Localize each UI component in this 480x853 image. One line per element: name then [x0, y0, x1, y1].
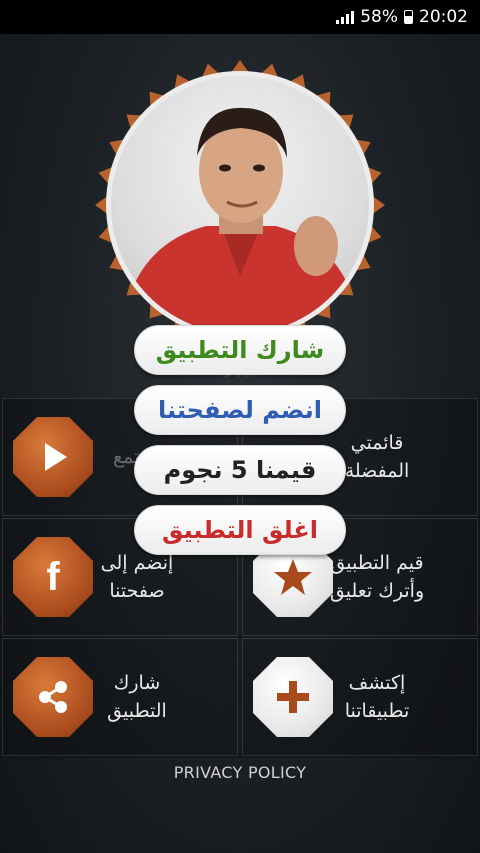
- rate-app-label: قيمنا 5 نجوم: [163, 456, 317, 484]
- share-tile[interactable]: شارك التطبيق: [2, 638, 238, 756]
- discover-tile[interactable]: إكتشف تطبيقاتنا: [242, 638, 478, 756]
- battery-percent: 58%: [360, 7, 398, 27]
- status-bar: 58% 20:02: [0, 0, 480, 34]
- rate-app-button[interactable]: قيمنا 5 نجوم: [134, 445, 346, 495]
- share-label-1: شارك: [113, 672, 161, 694]
- artist-avatar: [95, 60, 385, 350]
- join-page-label: انضم لصفحتنا: [158, 396, 322, 424]
- privacy-policy-link[interactable]: PRIVACY POLICY: [0, 763, 480, 782]
- close-app-label: اغلق التطبيق: [161, 516, 319, 544]
- join-label-2: صفحتنا: [109, 580, 165, 602]
- join-page-button[interactable]: انضم لصفحتنا: [134, 385, 346, 435]
- rate-label-2: وأترك تعليق: [329, 580, 425, 602]
- share-app-label: شارك التطبيق: [155, 336, 325, 364]
- discover-label-2: تطبيقاتنا: [344, 700, 410, 722]
- discover-label-1: إكتشف: [348, 672, 406, 694]
- share-label-2: التطبيق: [107, 700, 167, 722]
- artist-photo: [111, 76, 369, 334]
- signal-icon: [336, 10, 355, 24]
- battery-icon: [404, 10, 413, 24]
- share-app-button[interactable]: شارك التطبيق: [134, 325, 346, 375]
- close-app-button[interactable]: اغلق التطبيق: [134, 505, 346, 555]
- clock: 20:02: [419, 7, 468, 27]
